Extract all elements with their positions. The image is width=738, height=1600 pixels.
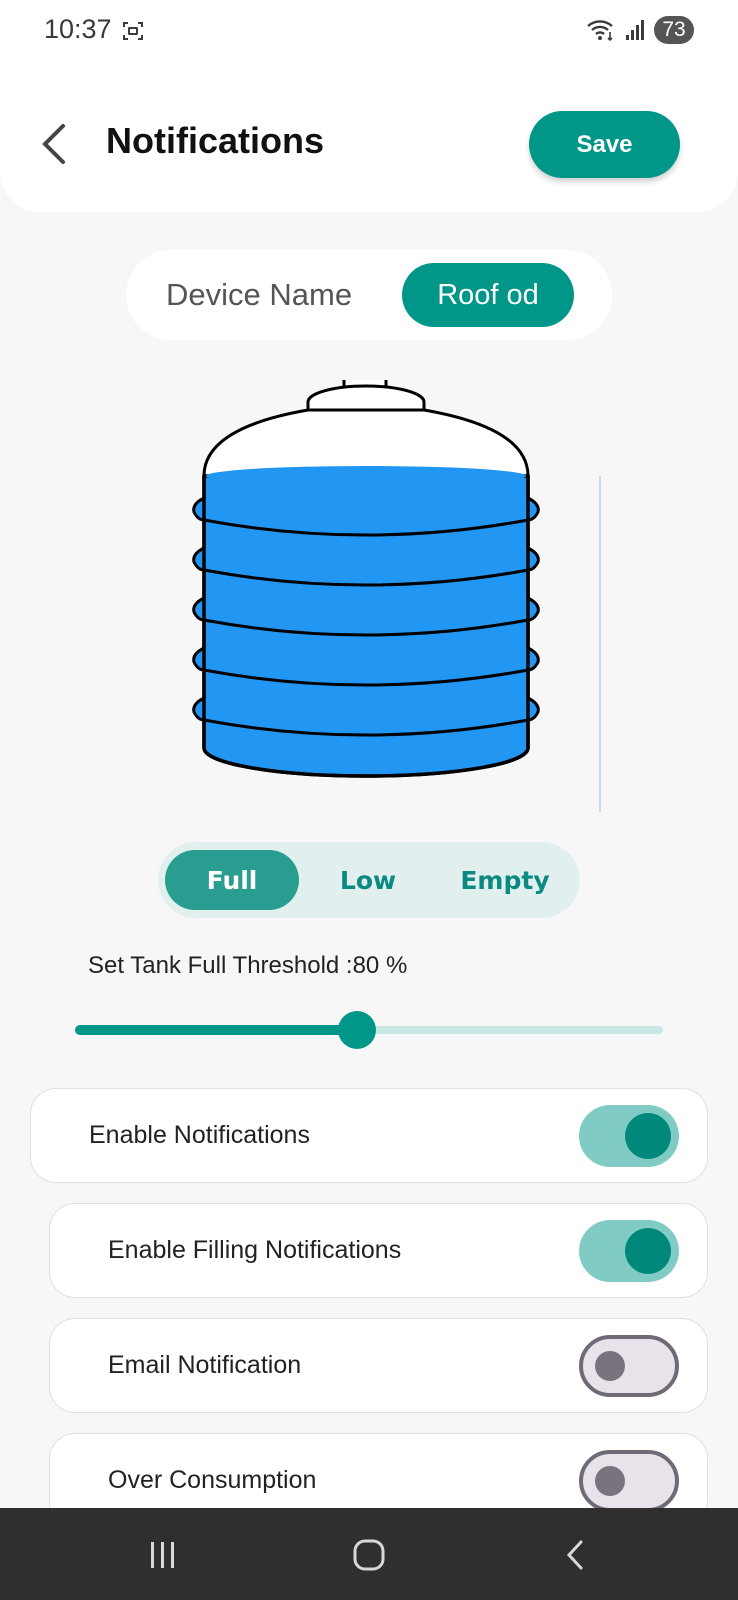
toggle-knob bbox=[625, 1113, 671, 1159]
email-notification-toggle[interactable] bbox=[579, 1335, 679, 1397]
slider-fill bbox=[75, 1025, 358, 1035]
setting-label: Over Consumption bbox=[108, 1466, 317, 1494]
screenshot-icon bbox=[123, 22, 143, 40]
back-button[interactable] bbox=[30, 116, 78, 172]
signal-icon bbox=[626, 20, 644, 40]
tab-empty[interactable]: Empty bbox=[436, 850, 574, 910]
setting-label: Email Notification bbox=[108, 1351, 302, 1379]
toggle-knob bbox=[595, 1351, 625, 1381]
device-name-label: Device Name bbox=[166, 277, 353, 312]
tab-low[interactable]: Low bbox=[303, 850, 433, 910]
device-name-pill: Device Name Roof od bbox=[126, 250, 612, 340]
water-tank-icon bbox=[192, 380, 540, 778]
home-button[interactable] bbox=[339, 1530, 399, 1580]
status-icons: 73 bbox=[586, 16, 694, 44]
chevron-left-icon bbox=[42, 124, 65, 164]
over-consumption-toggle[interactable] bbox=[579, 1450, 679, 1512]
status-bar: 10:37 73 bbox=[0, 0, 738, 64]
enable-notifications-toggle[interactable] bbox=[579, 1105, 679, 1167]
toggle-knob bbox=[595, 1466, 625, 1496]
status-time: 10:37 bbox=[44, 14, 112, 44]
toggle-knob bbox=[625, 1228, 671, 1274]
setting-row-email-notification: Email Notification bbox=[49, 1318, 708, 1413]
save-button[interactable]: Save bbox=[529, 111, 680, 178]
system-nav-bar bbox=[0, 1508, 738, 1600]
nav-back-button[interactable] bbox=[545, 1530, 605, 1580]
recent-apps-button[interactable] bbox=[133, 1530, 193, 1580]
setting-row-filling-notifications: Enable Filling Notifications bbox=[49, 1203, 708, 1298]
setting-label: Enable Filling Notifications bbox=[108, 1236, 402, 1264]
threshold-slider[interactable] bbox=[75, 1010, 665, 1050]
page-title: Notifications bbox=[106, 120, 325, 161]
setting-row-enable-notifications: Enable Notifications bbox=[30, 1088, 708, 1183]
level-indicator-line bbox=[599, 476, 601, 812]
home-icon bbox=[353, 1539, 385, 1571]
recent-apps-icon bbox=[151, 1542, 174, 1568]
setting-label: Enable Notifications bbox=[89, 1121, 310, 1149]
level-tabs: Full Low Empty bbox=[158, 842, 580, 918]
header-card: 10:37 73 Notifications Save bbox=[0, 0, 738, 212]
threshold-label: Set Tank Full Threshold :80 % bbox=[88, 952, 408, 979]
device-name-value[interactable]: Roof od bbox=[402, 263, 574, 327]
filling-notifications-toggle[interactable] bbox=[579, 1220, 679, 1282]
wifi-icon bbox=[587, 20, 613, 42]
slider-thumb[interactable] bbox=[338, 1011, 377, 1049]
tab-full[interactable]: Full bbox=[165, 850, 299, 910]
back-icon bbox=[566, 1540, 583, 1570]
battery-badge: 73 bbox=[654, 16, 694, 44]
